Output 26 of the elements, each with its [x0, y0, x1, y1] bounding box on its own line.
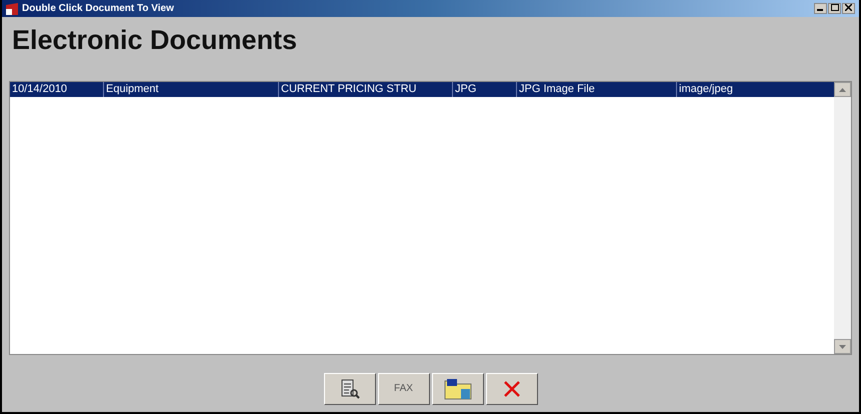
- folder-button[interactable]: [432, 372, 484, 404]
- document-search-icon: [340, 378, 360, 398]
- maximize-button[interactable]: [828, 3, 841, 14]
- maximize-icon: [830, 4, 838, 11]
- list-row[interactable]: 10/14/2010 Equipment CURRENT PRICING STRU JPG JPG Image File image/jpeg: [10, 82, 834, 97]
- table-cell: Equipment: [103, 82, 278, 97]
- close-icon: [502, 380, 520, 398]
- close-icon: [845, 4, 852, 11]
- down-arrow-icon: [839, 344, 846, 348]
- table-cell: JPG: [452, 82, 516, 97]
- scroll-down-button[interactable]: [834, 339, 851, 354]
- table-cell-text: 10/14/2010: [11, 82, 68, 97]
- scrollbar[interactable]: [834, 82, 851, 354]
- up-arrow-icon: [839, 88, 846, 92]
- minimize-button[interactable]: [814, 3, 827, 14]
- app-icon: [6, 2, 18, 14]
- scroll-up-button[interactable]: [834, 82, 851, 97]
- table-cell: JPG Image File: [516, 82, 676, 97]
- folder-icon: [442, 376, 472, 400]
- minimize-icon: [817, 8, 824, 10]
- window-title: Double Click Document To View: [22, 3, 174, 14]
- table-cell: CURRENT PRICING STRU: [278, 82, 452, 97]
- close-button[interactable]: [842, 3, 855, 14]
- page-heading: Electronic Documents: [11, 24, 298, 57]
- fax-button[interactable]: FAX: [378, 372, 430, 404]
- view-button[interactable]: [324, 372, 376, 404]
